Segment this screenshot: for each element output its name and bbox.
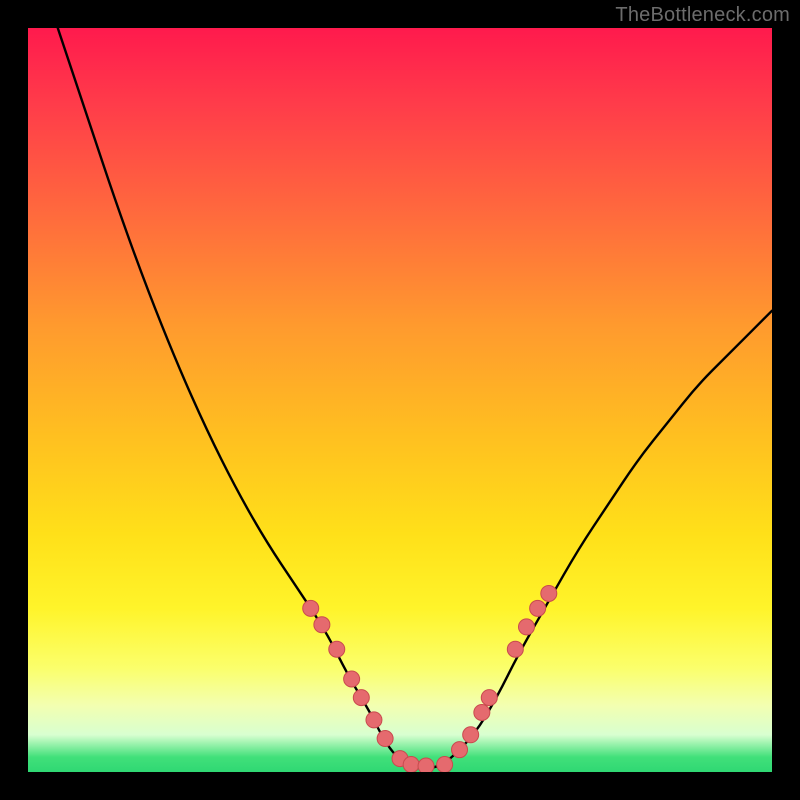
bead-marker — [418, 758, 434, 772]
bead-marker — [474, 704, 490, 720]
bead-marker — [452, 742, 468, 758]
bead-marker — [437, 757, 453, 772]
plot-area — [28, 28, 772, 772]
bottleneck-curve — [58, 28, 772, 768]
bead-marker — [481, 690, 497, 706]
bead-marker — [314, 617, 330, 633]
bead-marker — [403, 757, 419, 772]
bead-marker — [377, 731, 393, 747]
bead-marker — [530, 600, 546, 616]
bead-marker — [507, 641, 523, 657]
chart-frame: TheBottleneck.com — [0, 0, 800, 800]
bead-group — [303, 585, 557, 772]
bead-marker — [463, 727, 479, 743]
bead-marker — [366, 712, 382, 728]
bead-marker — [303, 600, 319, 616]
bead-marker — [518, 619, 534, 635]
plot-svg — [28, 28, 772, 772]
bead-marker — [344, 671, 360, 687]
bead-marker — [541, 585, 557, 601]
bead-marker — [329, 641, 345, 657]
watermark-text: TheBottleneck.com — [615, 4, 790, 27]
bead-marker — [353, 690, 369, 706]
